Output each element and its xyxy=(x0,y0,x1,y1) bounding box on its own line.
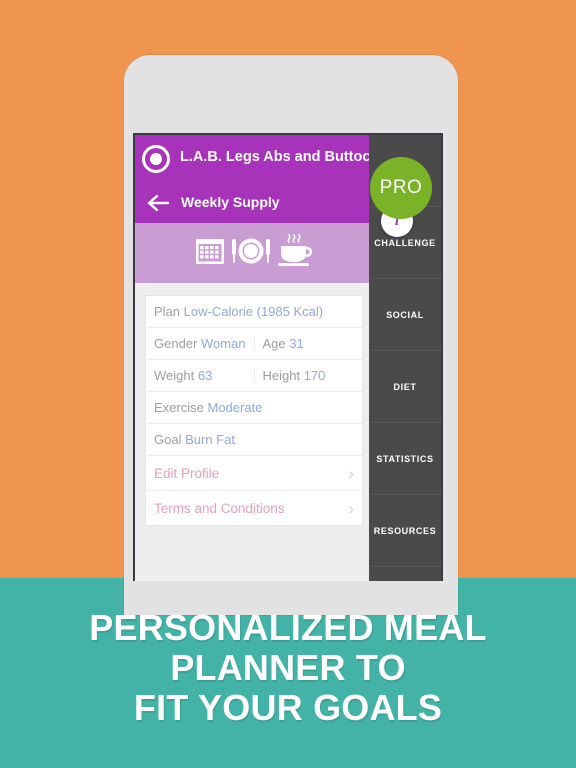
caption-line-3: FIT YOUR GOALS xyxy=(133,687,443,728)
pro-badge[interactable]: PRO xyxy=(370,157,432,219)
drawer-item-social[interactable]: SOCIAL xyxy=(369,279,441,351)
field-label: Weight xyxy=(154,368,195,383)
chevron-right-icon: › xyxy=(348,463,354,483)
promo-caption: PERSONALIZED MEAL PLANNER TO FIT YOUR GO… xyxy=(0,608,576,728)
field-height[interactable]: Height 170 xyxy=(253,368,363,383)
caption-line-1: PERSONALIZED MEAL xyxy=(89,607,487,648)
edit-profile-link[interactable]: Edit Profile › xyxy=(146,456,362,491)
field-exercise[interactable]: Exercise Moderate xyxy=(146,400,362,415)
field-value: Moderate xyxy=(207,400,263,415)
field-value: Woman xyxy=(201,336,246,351)
promo-screenshot: L.A.B. Legs Abs and Buttocks Weekly Supp… xyxy=(0,0,576,768)
profile-content: Plan Low-Calorie (1985 Kcal) Gender Woma… xyxy=(135,283,373,581)
field-value: 170 xyxy=(303,368,326,383)
calendar-icon xyxy=(193,234,227,273)
drawer-item-diet[interactable]: DIET xyxy=(369,351,441,423)
field-value: Low-Calorie (1985 Kcal) xyxy=(183,304,324,319)
coffee-cup-icon xyxy=(275,233,315,274)
plate-cutlery-icon xyxy=(229,234,273,273)
chevron-right-icon: › xyxy=(348,498,354,518)
drawer-item-resources[interactable]: RESOURCES xyxy=(369,495,441,567)
field-value: 31 xyxy=(289,336,304,351)
field-value: 63 xyxy=(197,368,213,383)
field-label: Plan xyxy=(154,304,181,319)
screen-title: Weekly Supply xyxy=(181,194,280,210)
app-logo-icon xyxy=(142,145,170,173)
link-label: Terms and Conditions xyxy=(154,500,285,516)
field-value: Burn Fat xyxy=(185,432,235,447)
phone-screen: L.A.B. Legs Abs and Buttocks Weekly Supp… xyxy=(133,133,443,581)
field-plan[interactable]: Plan Low-Calorie (1985 Kcal) xyxy=(146,304,362,319)
field-goal[interactable]: Goal Burn Fat xyxy=(146,432,362,447)
field-label: Gender xyxy=(154,336,198,351)
table-row[interactable]: Goal Burn Fat xyxy=(146,424,362,456)
field-age[interactable]: Age 31 xyxy=(253,336,363,351)
field-label: Age xyxy=(262,336,286,351)
profile-card: Plan Low-Calorie (1985 Kcal) Gender Woma… xyxy=(145,295,363,526)
field-label: Goal xyxy=(154,432,182,447)
drawer-item-statistics[interactable]: STATISTICS xyxy=(369,423,441,495)
table-row[interactable]: Exercise Moderate xyxy=(146,392,362,424)
caption-line-2: PLANNER TO xyxy=(170,647,406,688)
terms-and-conditions-link[interactable]: Terms and Conditions › xyxy=(146,491,362,525)
app-title: L.A.B. Legs Abs and Buttocks xyxy=(180,149,387,165)
field-gender[interactable]: Gender Woman xyxy=(146,336,254,351)
table-row[interactable]: Gender Woman Age 31 xyxy=(146,328,362,360)
field-weight[interactable]: Weight 63 xyxy=(146,368,254,383)
table-row[interactable]: Weight 63 Height 170 xyxy=(146,360,362,392)
table-row[interactable]: Plan Low-Calorie (1985 Kcal) xyxy=(146,296,362,328)
field-label: Height xyxy=(262,368,301,383)
link-label: Edit Profile xyxy=(154,465,220,481)
field-label: Exercise xyxy=(154,400,204,415)
back-arrow-icon[interactable] xyxy=(147,193,169,213)
